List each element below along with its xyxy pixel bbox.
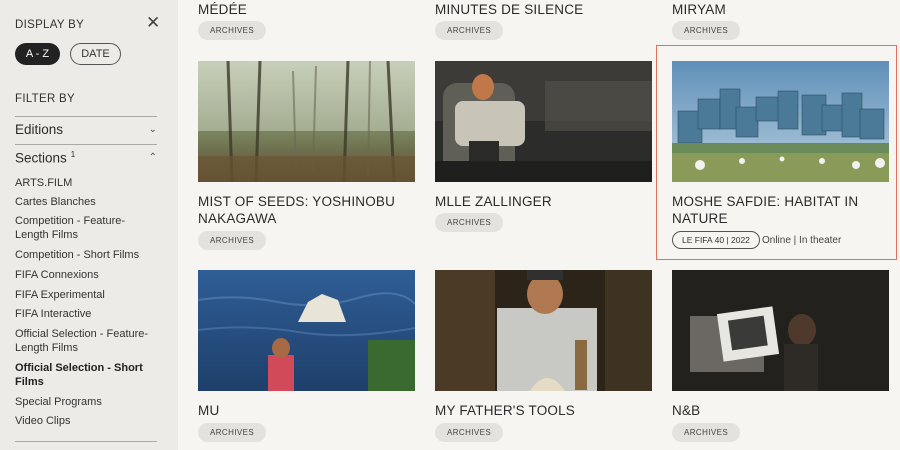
tools-workshop-image <box>435 270 652 391</box>
film-title[interactable]: MIST OF SEEDS: YOSHINOBU NAKAGAWA <box>198 193 408 227</box>
film-title[interactable]: MY FATHER'S TOOLS <box>435 402 575 419</box>
editions-label: Editions <box>15 122 64 137</box>
sections-count: 1 <box>70 150 76 159</box>
forest-image <box>198 61 415 182</box>
film-thumbnail-photo-print[interactable] <box>672 270 889 391</box>
archives-badge[interactable]: ARCHIVES <box>198 231 267 250</box>
section-item-competition-feature[interactable]: Competition - Feature-Length Films <box>15 214 157 242</box>
film-title[interactable]: MIRYAM <box>672 1 726 18</box>
chevron-up-icon: ⌃ <box>148 152 157 164</box>
section-item-special-programs[interactable]: Special Programs <box>15 395 157 409</box>
archives-badge[interactable]: ARCHIVES <box>435 213 504 232</box>
paper-boat-image <box>198 270 415 391</box>
archives-badge[interactable]: ARCHIVES <box>198 21 267 40</box>
section-item-fifa-connexions[interactable]: FIFA Connexions <box>15 268 157 282</box>
film-title[interactable]: MINUTES DE SILENCE <box>435 1 583 18</box>
filter-by-heading: FILTER BY <box>15 93 75 105</box>
archives-badge[interactable]: ARCHIVES <box>672 21 741 40</box>
divider <box>15 116 157 117</box>
film-thumbnail-forest[interactable] <box>198 61 415 182</box>
archives-badge[interactable]: ARCHIVES <box>435 21 504 40</box>
section-item-video-clips[interactable]: Video Clips <box>15 414 157 428</box>
film-thumbnail-armchair[interactable] <box>435 61 652 182</box>
edition-badge[interactable]: LE FIFA 40 | 2022 <box>672 231 760 249</box>
photo-print-image <box>672 270 889 391</box>
archives-badge[interactable]: ARCHIVES <box>198 423 267 442</box>
section-item-fifa-interactive[interactable]: FIFA Interactive <box>15 307 157 321</box>
chevron-down-icon: ⌄ <box>148 124 157 135</box>
section-item-arts-film[interactable]: ARTS.FILM <box>15 176 157 190</box>
section-item-competition-short[interactable]: Competition - Short Films <box>15 248 157 262</box>
archives-badge[interactable]: ARCHIVES <box>435 423 504 442</box>
filter-sidebar: DISPLAY BY ✕ A - Z DATE FILTER BY Editio… <box>0 0 178 450</box>
sections-accordion[interactable]: Sections 1 ⌃ <box>15 150 157 166</box>
sort-date-button[interactable]: DATE <box>70 43 121 65</box>
section-item-official-short[interactable]: Official Selection - Short Films <box>15 361 157 389</box>
sections-label: Sections <box>15 150 67 166</box>
divider <box>15 441 157 442</box>
sort-az-button[interactable]: A - Z <box>15 43 60 65</box>
film-title[interactable]: MOSHE SAFDIE: HABITAT IN NATURE <box>672 193 882 227</box>
film-title[interactable]: N&B <box>672 402 700 419</box>
editions-accordion[interactable]: Editions ⌄ <box>15 122 157 137</box>
section-item-fifa-experimental[interactable]: FIFA Experimental <box>15 288 157 302</box>
film-thumbnail-tools[interactable] <box>435 270 652 391</box>
archives-badge[interactable]: ARCHIVES <box>672 423 741 442</box>
divider <box>15 144 157 145</box>
film-title[interactable]: MLLE ZALLINGER <box>435 193 552 210</box>
section-item-official-feature[interactable]: Official Selection - Feature-Length Film… <box>15 327 157 355</box>
screening-format: Online | In theater <box>762 235 842 246</box>
film-thumbnail-paper-boat[interactable] <box>198 270 415 391</box>
section-item-cartes-blanches[interactable]: Cartes Blanches <box>15 195 157 209</box>
habitat-building-image <box>672 61 889 182</box>
film-thumbnail-habitat[interactable] <box>672 61 889 182</box>
display-by-heading: DISPLAY BY <box>15 19 85 31</box>
film-title[interactable]: MÉDÉE <box>198 1 247 18</box>
close-icon[interactable]: ✕ <box>146 14 160 31</box>
armchair-image <box>435 61 652 182</box>
film-title[interactable]: MU <box>198 402 219 419</box>
sections-label-group: Sections 1 <box>15 150 75 166</box>
